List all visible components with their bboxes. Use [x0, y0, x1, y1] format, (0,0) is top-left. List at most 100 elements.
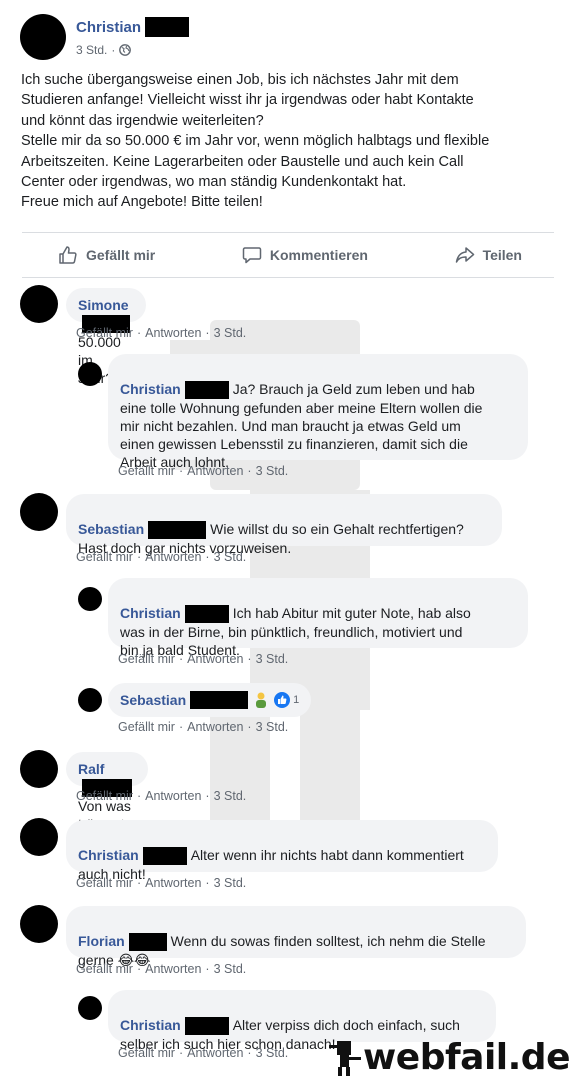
- comment-reply-link[interactable]: Antworten: [187, 720, 243, 734]
- webfail-mascot-icon: [329, 1040, 362, 1076]
- redaction-bar: [128, 933, 167, 952]
- comment-bubble: Simone 50.000 im Jahr??: [66, 288, 146, 386]
- comment-bubble: Christian Ich hab Abitur mit guter Note, …: [108, 578, 528, 658]
- comment-like-link[interactable]: Gefällt mir: [76, 550, 133, 564]
- avatar[interactable]: [20, 750, 58, 788]
- comment-timestamp[interactable]: 3 Std.: [256, 652, 289, 666]
- comment-bubble: Christian Alter verpiss dich doch einfach…: [108, 990, 496, 1052]
- comment-timestamp[interactable]: 3 Std.: [214, 962, 247, 976]
- avatar[interactable]: [20, 493, 58, 531]
- separator-dot: ·: [247, 720, 252, 734]
- commenter-name[interactable]: Christian: [78, 847, 139, 863]
- separator-dot: ·: [247, 652, 252, 666]
- separator-dot: ·: [178, 464, 184, 478]
- comment-like-link[interactable]: Gefällt mir: [76, 789, 133, 803]
- avatar[interactable]: [78, 688, 102, 712]
- avatar[interactable]: [20, 818, 58, 856]
- comment-reply-link[interactable]: Antworten: [145, 789, 201, 803]
- commenter-name[interactable]: Simone: [78, 297, 129, 313]
- comment-actions: Gefällt mir · Antworten · 3 Std.: [118, 720, 288, 734]
- comment-reply-link[interactable]: Antworten: [187, 652, 243, 666]
- redaction-bar: [184, 381, 229, 400]
- comment-timestamp[interactable]: 3 Std.: [256, 464, 289, 478]
- comment-like-link[interactable]: Gefällt mir: [76, 326, 133, 340]
- comment-timestamp[interactable]: 3 Std.: [256, 720, 289, 734]
- commenter-name[interactable]: Ralf: [78, 761, 104, 777]
- commenter-name[interactable]: Florian: [78, 933, 125, 949]
- comment-bubble: Sebastian 1: [108, 683, 312, 717]
- comment-timestamp[interactable]: 3 Std.: [256, 1046, 289, 1060]
- comment-timestamp[interactable]: 3 Std.: [214, 789, 247, 803]
- comment-reply-link[interactable]: Antworten: [145, 876, 201, 890]
- comment-reply-link[interactable]: Antworten: [187, 1046, 243, 1060]
- comment-like-link[interactable]: Gefällt mir: [118, 720, 175, 734]
- separator-dot: ·: [247, 1046, 252, 1060]
- redaction-bar: [184, 605, 229, 624]
- comment-reply-link[interactable]: Antworten: [187, 464, 243, 478]
- comment-like-link[interactable]: Gefällt mir: [118, 652, 175, 666]
- post-body: Ich suche übergangsweise einen Job, bis …: [21, 72, 490, 211]
- comment-reply-link[interactable]: Antworten: [145, 962, 201, 976]
- comment-actions: Gefällt mir · Antworten · 3 Std.: [118, 1046, 288, 1060]
- comment-button[interactable]: Kommentieren: [242, 245, 368, 265]
- comment-bubble: Florian Wenn du sowas finden solltest, ic…: [66, 906, 526, 968]
- site-watermark: webfail.de: [327, 1037, 570, 1078]
- comment-timestamp[interactable]: 3 Std.: [214, 550, 247, 564]
- separator-dot: ·: [247, 464, 252, 478]
- comment-actions: Gefällt mir · Antworten · 3 Std.: [118, 652, 288, 666]
- comment-bubble: RalfVon was träumst du nachts?: [66, 752, 148, 868]
- separator-dot: ·: [136, 962, 142, 976]
- comment-bubble: Christian Ja? Brauch ja Geld zum leben un…: [108, 354, 528, 470]
- avatar[interactable]: [20, 14, 66, 60]
- separator-dot: ·: [178, 720, 184, 734]
- separator-dot: ·: [205, 876, 210, 890]
- commenter-name[interactable]: Sebastian: [78, 521, 144, 537]
- comment-icon: [242, 247, 262, 264]
- commenter-name[interactable]: Sebastian: [120, 691, 186, 709]
- like-button[interactable]: Gefällt mir: [58, 245, 155, 265]
- separator-dot: ·: [205, 326, 210, 340]
- comment-like-link[interactable]: Gefällt mir: [76, 962, 133, 976]
- commenter-name[interactable]: Christian: [120, 1017, 181, 1033]
- share-label: Teilen: [482, 247, 522, 263]
- watermark-text: webfail.de: [363, 1037, 570, 1078]
- avatar[interactable]: [78, 996, 102, 1020]
- comment-actions: Gefällt mir · Antworten · 3 Std.: [76, 962, 246, 976]
- separator-dot: ·: [178, 652, 184, 666]
- commenter-name[interactable]: Christian: [120, 381, 181, 397]
- comment-like-link[interactable]: Gefällt mir: [118, 1046, 175, 1060]
- avatar[interactable]: [20, 285, 58, 323]
- comment-reply-link[interactable]: Antworten: [145, 326, 201, 340]
- redaction-bar: [184, 1017, 229, 1036]
- post-author[interactable]: Christian: [76, 19, 141, 36]
- comment-actions: Gefällt mir · Antworten · 3 Std.: [76, 550, 246, 564]
- comment-actions: Gefällt mir · Antworten · 3 Std.: [76, 876, 246, 890]
- redaction-bar: [148, 521, 207, 540]
- comment-timestamp[interactable]: 3 Std.: [214, 876, 247, 890]
- post-timestamp[interactable]: 3 Std.: [76, 43, 107, 57]
- share-button[interactable]: Teilen: [455, 245, 522, 265]
- comment-bubble: Christian Alter wenn ihr nichts habt dann…: [66, 820, 498, 882]
- redaction-bar: [190, 691, 249, 709]
- avatar[interactable]: [78, 587, 102, 611]
- comment-label: Kommentieren: [269, 247, 368, 263]
- reaction-badge[interactable]: 1: [274, 691, 299, 709]
- avatar[interactable]: [20, 905, 58, 943]
- comment-reply-link[interactable]: Antworten: [145, 550, 201, 564]
- avatar[interactable]: [78, 362, 102, 386]
- globe-icon: [119, 44, 132, 56]
- redaction-bar: [142, 847, 187, 866]
- like-reaction-icon: [274, 692, 291, 708]
- separator-dot: ·: [178, 1046, 184, 1060]
- comment-bubble: Sebastian Wie willst du so ein Gehalt rec…: [66, 494, 502, 556]
- person-emoji-icon: [256, 692, 267, 708]
- commenter-name[interactable]: Christian: [120, 605, 181, 621]
- post-header: Christian 3 Std. ·: [20, 14, 190, 60]
- separator-dot: ·: [205, 789, 210, 803]
- comment-like-link[interactable]: Gefällt mir: [118, 464, 175, 478]
- comment-like-link[interactable]: Gefällt mir: [76, 876, 133, 890]
- comment-timestamp[interactable]: 3 Std.: [214, 326, 247, 340]
- separator-dot: ·: [111, 43, 116, 57]
- separator-dot: ·: [205, 962, 210, 976]
- separator-dot: ·: [205, 550, 210, 564]
